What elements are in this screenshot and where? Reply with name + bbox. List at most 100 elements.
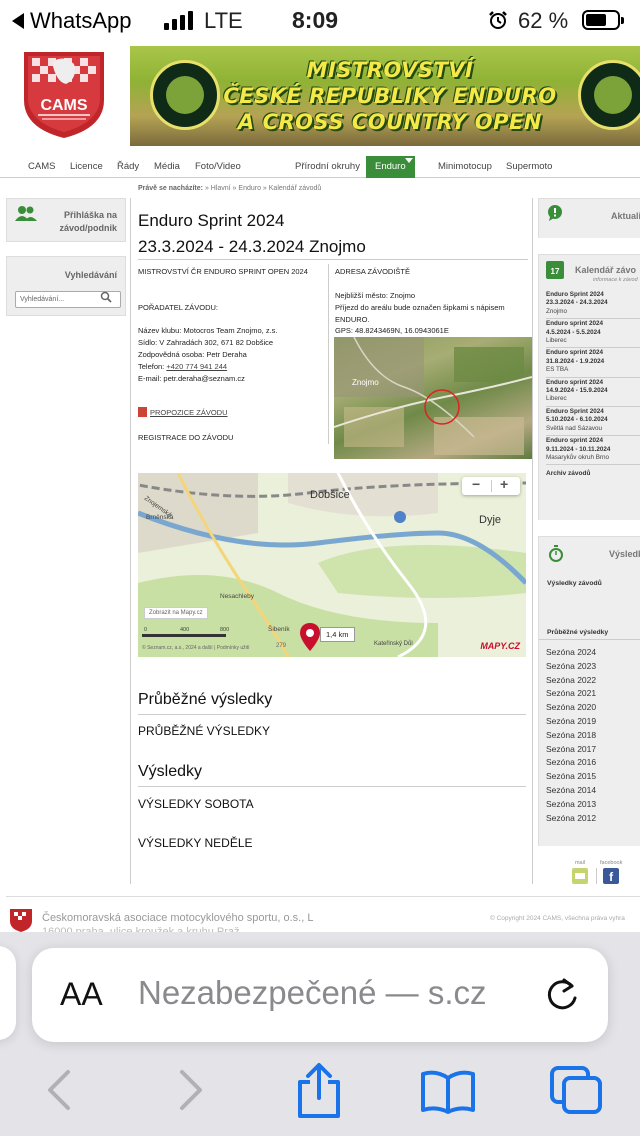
calendar-item[interactable]: Enduro Sprint 2024 23.3.2024 - 24.3.2024 Z…	[546, 290, 640, 320]
tabs-icon[interactable]	[548, 1064, 604, 1116]
application-title-1: Přihláška na	[63, 210, 117, 220]
sidebar-interim-results-link[interactable]: Průběžné výsledky	[547, 629, 608, 636]
banner-line-3: A CROSS COUNTRY OPEN	[238, 110, 542, 134]
venue-heading: ADRESA ZÁVODIŠTĚ	[335, 267, 411, 276]
footer-logo[interactable]	[8, 907, 34, 933]
championship-banner[interactable]: MISTROVSTVÍ ČESKÉ REPUBLIKY ENDURO A CRO…	[130, 46, 640, 146]
season-item[interactable]: Sezóna 2015	[546, 770, 596, 784]
clock: 8:09	[292, 7, 339, 33]
scale-bar	[142, 634, 226, 637]
mail-label: mail	[574, 860, 586, 866]
results-sunday-link[interactable]: VÝSLEDKY NEDĚLE	[138, 836, 253, 850]
back-arrow-nav-icon[interactable]	[44, 1062, 74, 1118]
map-label-dobsice: Dobšice	[310, 489, 350, 501]
calendar-item[interactable]: Enduro sprint 2024 31.8.2024 - 1.9.2024 ES…	[546, 348, 640, 378]
reader-aa-button[interactable]: AA	[60, 976, 103, 1013]
map-pin-icon[interactable]	[300, 623, 320, 651]
show-on-mapy-button[interactable]: Zobrazit na Mapy.cz	[144, 607, 208, 619]
interim-results-divider	[138, 714, 526, 715]
season-item[interactable]: Sezóna 2021	[546, 687, 596, 701]
banner-line-1: MISTROVSTVÍ	[306, 58, 474, 82]
facebook-label: facebook	[600, 860, 623, 866]
email[interactable]: E-mail: petr.deraha@seznam.cz	[138, 373, 245, 385]
news-bubble-icon	[548, 205, 562, 221]
nav-item-media[interactable]: Média	[154, 161, 180, 172]
phone-label: Telefon:	[138, 362, 165, 371]
reload-icon[interactable]	[542, 972, 582, 1016]
calendar-item[interactable]: Enduro sprint 2024 9.11.2024 - 10.11.2024…	[546, 436, 640, 466]
scale-400: 400	[180, 627, 190, 633]
calendar-item[interactable]: Enduro sprint 2024 4.5.2024 - 5.5.2024 Lib…	[546, 319, 640, 349]
back-to-app-button[interactable]: WhatsApp	[12, 8, 132, 34]
scale-0: 0	[144, 627, 148, 633]
users-icon	[15, 206, 37, 221]
season-item[interactable]: Sezóna 2013	[546, 798, 596, 812]
season-item[interactable]: Sezóna 2012	[546, 812, 596, 826]
season-item[interactable]: Sezóna 2020	[546, 701, 596, 715]
event-dates: 23.3.2024 - 24.3.2024 Znojmo	[138, 237, 366, 256]
back-app-label: WhatsApp	[30, 8, 132, 33]
aa-label: AA	[60, 976, 103, 1012]
address-text[interactable]: Nezabezpečené — s.cz	[138, 974, 487, 1012]
season-item[interactable]: Sezóna 2017	[546, 743, 596, 757]
satellite-map-image[interactable]: Znojmo	[334, 337, 532, 459]
calendar-item[interactable]: Enduro sprint 2024 14.9.2024 - 15.9.2024 L…	[546, 378, 640, 407]
map-copyright[interactable]: © Seznam.cz, a.s., 2024 a další | Podmín…	[142, 645, 250, 651]
news-box[interactable]: Aktuali	[538, 198, 640, 238]
route-map[interactable]: Dobšice Dyje Znojemská Brněnská Nesachle…	[138, 473, 526, 657]
season-item[interactable]: Sezóna 2023	[546, 660, 596, 674]
nav-item-prirodni-okruhy[interactable]: Přírodní okruhy	[295, 161, 360, 172]
mail-share[interactable]: mail	[572, 860, 588, 884]
forward-arrow-icon[interactable]	[176, 1062, 206, 1118]
interim-results-heading: Průběžné výsledky	[138, 691, 273, 708]
registration-link[interactable]: REGISTRACE DO ZÁVODU	[138, 432, 233, 444]
results-sidebar-title: Výsledky	[609, 549, 640, 559]
nav-item-rady[interactable]: Řády	[117, 161, 139, 172]
zoom-out-button[interactable]: −	[472, 476, 480, 492]
nav-item-licence[interactable]: Licence	[70, 161, 103, 172]
calendar-archive-link[interactable]: Archiv závodů	[546, 465, 640, 477]
access-info-1: Příjezd do areálu bude označen šipkami s…	[335, 303, 505, 312]
share-icon[interactable]	[294, 1062, 344, 1120]
club-address: Sídlo: V Zahradách 302, 671 82 Dobšice	[138, 338, 274, 347]
results-saturday-link[interactable]: VÝSLEDKY SOBOTA	[138, 797, 254, 811]
search-icon[interactable]	[100, 291, 112, 303]
facebook-icon: f	[603, 868, 620, 884]
cellular-signal-icon	[164, 10, 193, 30]
season-item[interactable]: Sezóna 2016	[546, 756, 596, 770]
breadcrumb-path[interactable]: » Hlavní » Enduro » Kalendář závodů	[205, 185, 321, 192]
interim-results-link[interactable]: PRŮBĚŽNÉ VÝSLEDKY	[138, 724, 270, 738]
map-scale: 0 400 800	[144, 627, 229, 633]
map-label-bmenska: Brněnská	[146, 514, 174, 521]
season-item[interactable]: Sezóna 2024	[546, 646, 596, 660]
propozice-link[interactable]: PROPOZICE ZÁVODU	[138, 407, 228, 419]
nav-item-foto-video[interactable]: Foto/Video	[195, 161, 241, 172]
race-application-box[interactable]: Přihláška na závod/podnik	[6, 198, 126, 242]
svg-text:CAMS: CAMS	[40, 97, 87, 114]
bookmarks-icon[interactable]	[420, 1068, 476, 1114]
facebook-share[interactable]: facebook f	[600, 860, 622, 884]
zoom-in-button[interactable]: +	[500, 476, 508, 492]
mapy-cz-logo[interactable]: MAPY.CZ	[480, 641, 520, 651]
nav-item-cams[interactable]: CAMS	[28, 161, 55, 172]
season-item[interactable]: Sezóna 2014	[546, 784, 596, 798]
nav-item-enduro[interactable]: Enduro	[366, 156, 415, 178]
season-list: Sezóna 2024 Sezóna 2023 Sezóna 2022 Sezó…	[546, 646, 596, 825]
nav-item-minimotocup[interactable]: Minimotocup	[438, 161, 492, 172]
season-item[interactable]: Sezóna 2022	[546, 674, 596, 688]
calendar-item[interactable]: Enduro Sprint 2024 5.10.2024 - 6.10.2024 S…	[546, 407, 640, 437]
zoom-controls: − +	[462, 476, 520, 495]
propozice-label: PROPOZICE ZÁVODU	[150, 408, 228, 417]
battery-icon	[582, 10, 624, 30]
main-right-border	[532, 198, 533, 884]
race-results-link[interactable]: Výsledky závodů	[547, 580, 602, 587]
season-item[interactable]: Sezóna 2018	[546, 729, 596, 743]
phone-link[interactable]: +420 774 941 244	[166, 362, 227, 371]
nav-item-supermoto[interactable]: Supermoto	[506, 161, 552, 172]
calendar-icon: 17	[546, 261, 564, 279]
search-box: Vyhledávání Vyhledávání...	[6, 256, 126, 316]
cams-logo[interactable]: CAMS	[20, 48, 108, 140]
stopwatch-icon	[549, 545, 563, 562]
previous-tab-card[interactable]	[0, 946, 16, 1040]
season-item[interactable]: Sezóna 2019	[546, 715, 596, 729]
